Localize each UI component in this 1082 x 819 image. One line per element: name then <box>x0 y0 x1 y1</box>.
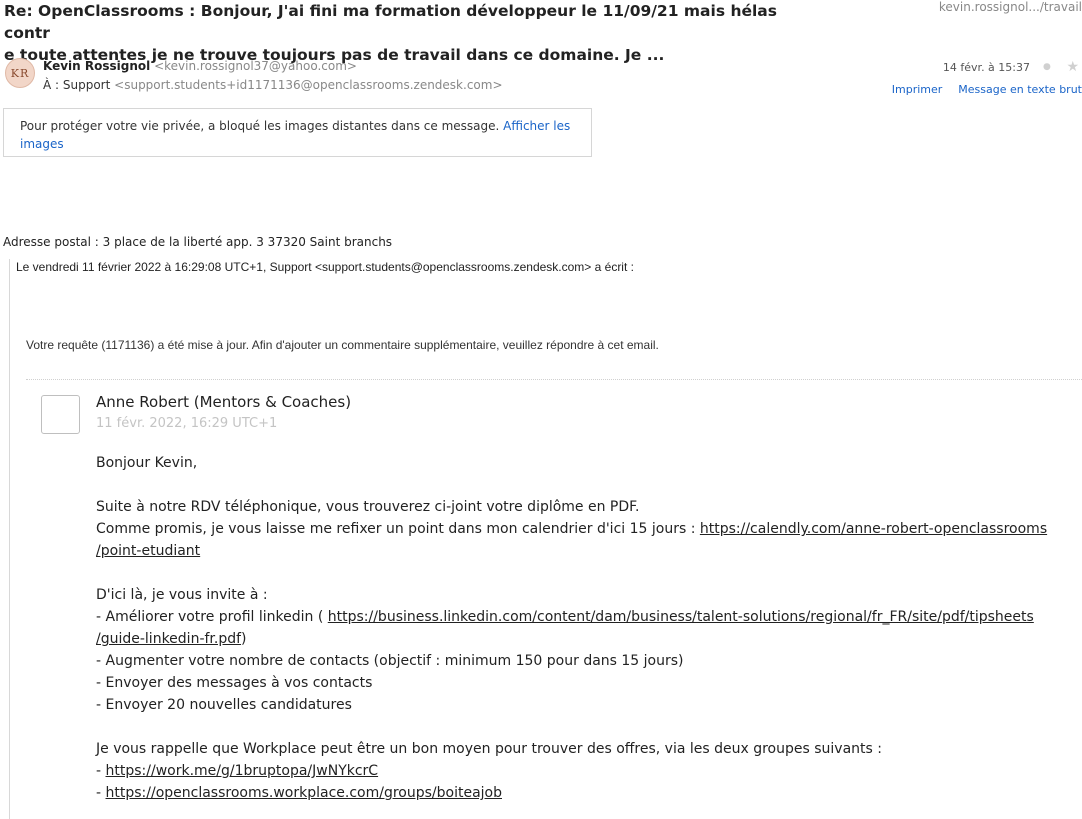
mentor-avatar <box>41 395 80 434</box>
recipient-email: <support.students+id1171136@openclassroo… <box>114 78 503 92</box>
calendar-line: Comme promis, je vous laisse me refixer … <box>96 518 1076 540</box>
quote-header: Le vendredi 11 février 2022 à 16:29:08 U… <box>16 260 634 274</box>
mentor-message-body: Bonjour Kevin, Suite à notre RDV télépho… <box>96 452 1076 804</box>
recipient-label: À : Support <box>43 78 111 92</box>
list-item-contacts: - Augmenter votre nombre de contacts (ob… <box>96 653 684 669</box>
message-actions: Imprimer Message en texte brut <box>876 83 1082 96</box>
calendar-line-cont: /point-etudiant <box>96 540 1076 562</box>
sender-avatar: KR <box>5 58 35 88</box>
show-images-link-part2[interactable]: images <box>20 137 64 151</box>
sender-email: <kevin.rossignol37@yahoo.com> <box>154 59 357 73</box>
mentor-date: 11 févr. 2022, 16:29 UTC+1 <box>96 416 278 431</box>
group-2-prefix: - <box>96 785 106 801</box>
list-item-applications: - Envoyer 20 nouvelles candidatures <box>96 697 352 713</box>
workplace-group-1-link[interactable]: https://work.me/g/1bruptopa/JwNYkcrC <box>106 763 379 779</box>
greeting: Bonjour Kevin, <box>96 455 198 471</box>
list-item-group-2: - https://openclassrooms.workplace.com/g… <box>96 782 1076 804</box>
diploma-line: Suite à notre RDV téléphonique, vous tro… <box>96 499 640 515</box>
message-date: 14 févr. à 15:37 <box>942 61 1030 74</box>
workplace-intro: Je vous rappelle que Workplace peut être… <box>96 741 882 757</box>
linkedin-suffix: ) <box>241 631 247 647</box>
sender-line: Kevin Rossignol <kevin.rossignol37@yahoo… <box>43 59 357 73</box>
star-icon[interactable]: ★ <box>1066 59 1079 75</box>
folder-path[interactable]: kevin.rossignol.../travail <box>939 0 1082 14</box>
email-subject: Re: OpenClassrooms : Bonjour, J'ai fini … <box>4 0 784 66</box>
mentor-name: Anne Robert (Mentors & Coaches) <box>96 393 352 411</box>
plain-text-link[interactable]: Message en texte brut <box>958 83 1082 96</box>
privacy-text: Pour protéger votre vie privée, a bloqué… <box>20 119 500 133</box>
print-link[interactable]: Imprimer <box>892 83 943 96</box>
invite-line: D'ici là, je vous invite à : <box>96 587 268 603</box>
quote-bar <box>9 259 10 819</box>
list-item-linkedin: - Améliorer votre profil linkedin ( http… <box>96 606 1076 628</box>
list-item-messages: - Envoyer des messages à vos contacts <box>96 675 373 691</box>
divider <box>26 379 1082 380</box>
calendly-link[interactable]: https://calendly.com/anne-robert-opencla… <box>700 521 1047 537</box>
unread-dot-icon[interactable]: ● <box>1043 62 1052 72</box>
request-update-line: Votre requête (1171136) a été mise à jou… <box>26 338 659 352</box>
list-item-linkedin-cont: /guide-linkedin-fr.pdf) <box>96 628 1076 650</box>
workplace-group-2-link[interactable]: https://openclassrooms.workplace.com/gro… <box>106 785 502 801</box>
list-item-group-1: - https://work.me/g/1bruptopa/JwNYkcrC <box>96 760 1076 782</box>
sender-name[interactable]: Kevin Rossignol <box>43 59 150 73</box>
postal-address: Adresse postal : 3 place de la liberté a… <box>3 235 393 249</box>
linkedin-link-cont[interactable]: /guide-linkedin-fr.pdf <box>96 631 241 647</box>
group-1-prefix: - <box>96 763 106 779</box>
calendar-text: Comme promis, je vous laisse me refixer … <box>96 521 700 537</box>
recipient-line: À : Support <support.students+id1171136@… <box>43 78 503 92</box>
calendly-link-cont[interactable]: /point-etudiant <box>96 543 200 559</box>
linkedin-prefix: - Améliorer votre profil linkedin ( <box>96 609 328 625</box>
privacy-notice: Pour protéger votre vie privée, a bloqué… <box>3 108 592 157</box>
subject-line-1: Re: OpenClassrooms : Bonjour, J'ai fini … <box>4 2 777 42</box>
linkedin-link[interactable]: https://business.linkedin.com/content/da… <box>328 609 1034 625</box>
show-images-link-part1[interactable]: Afficher les <box>503 119 570 133</box>
